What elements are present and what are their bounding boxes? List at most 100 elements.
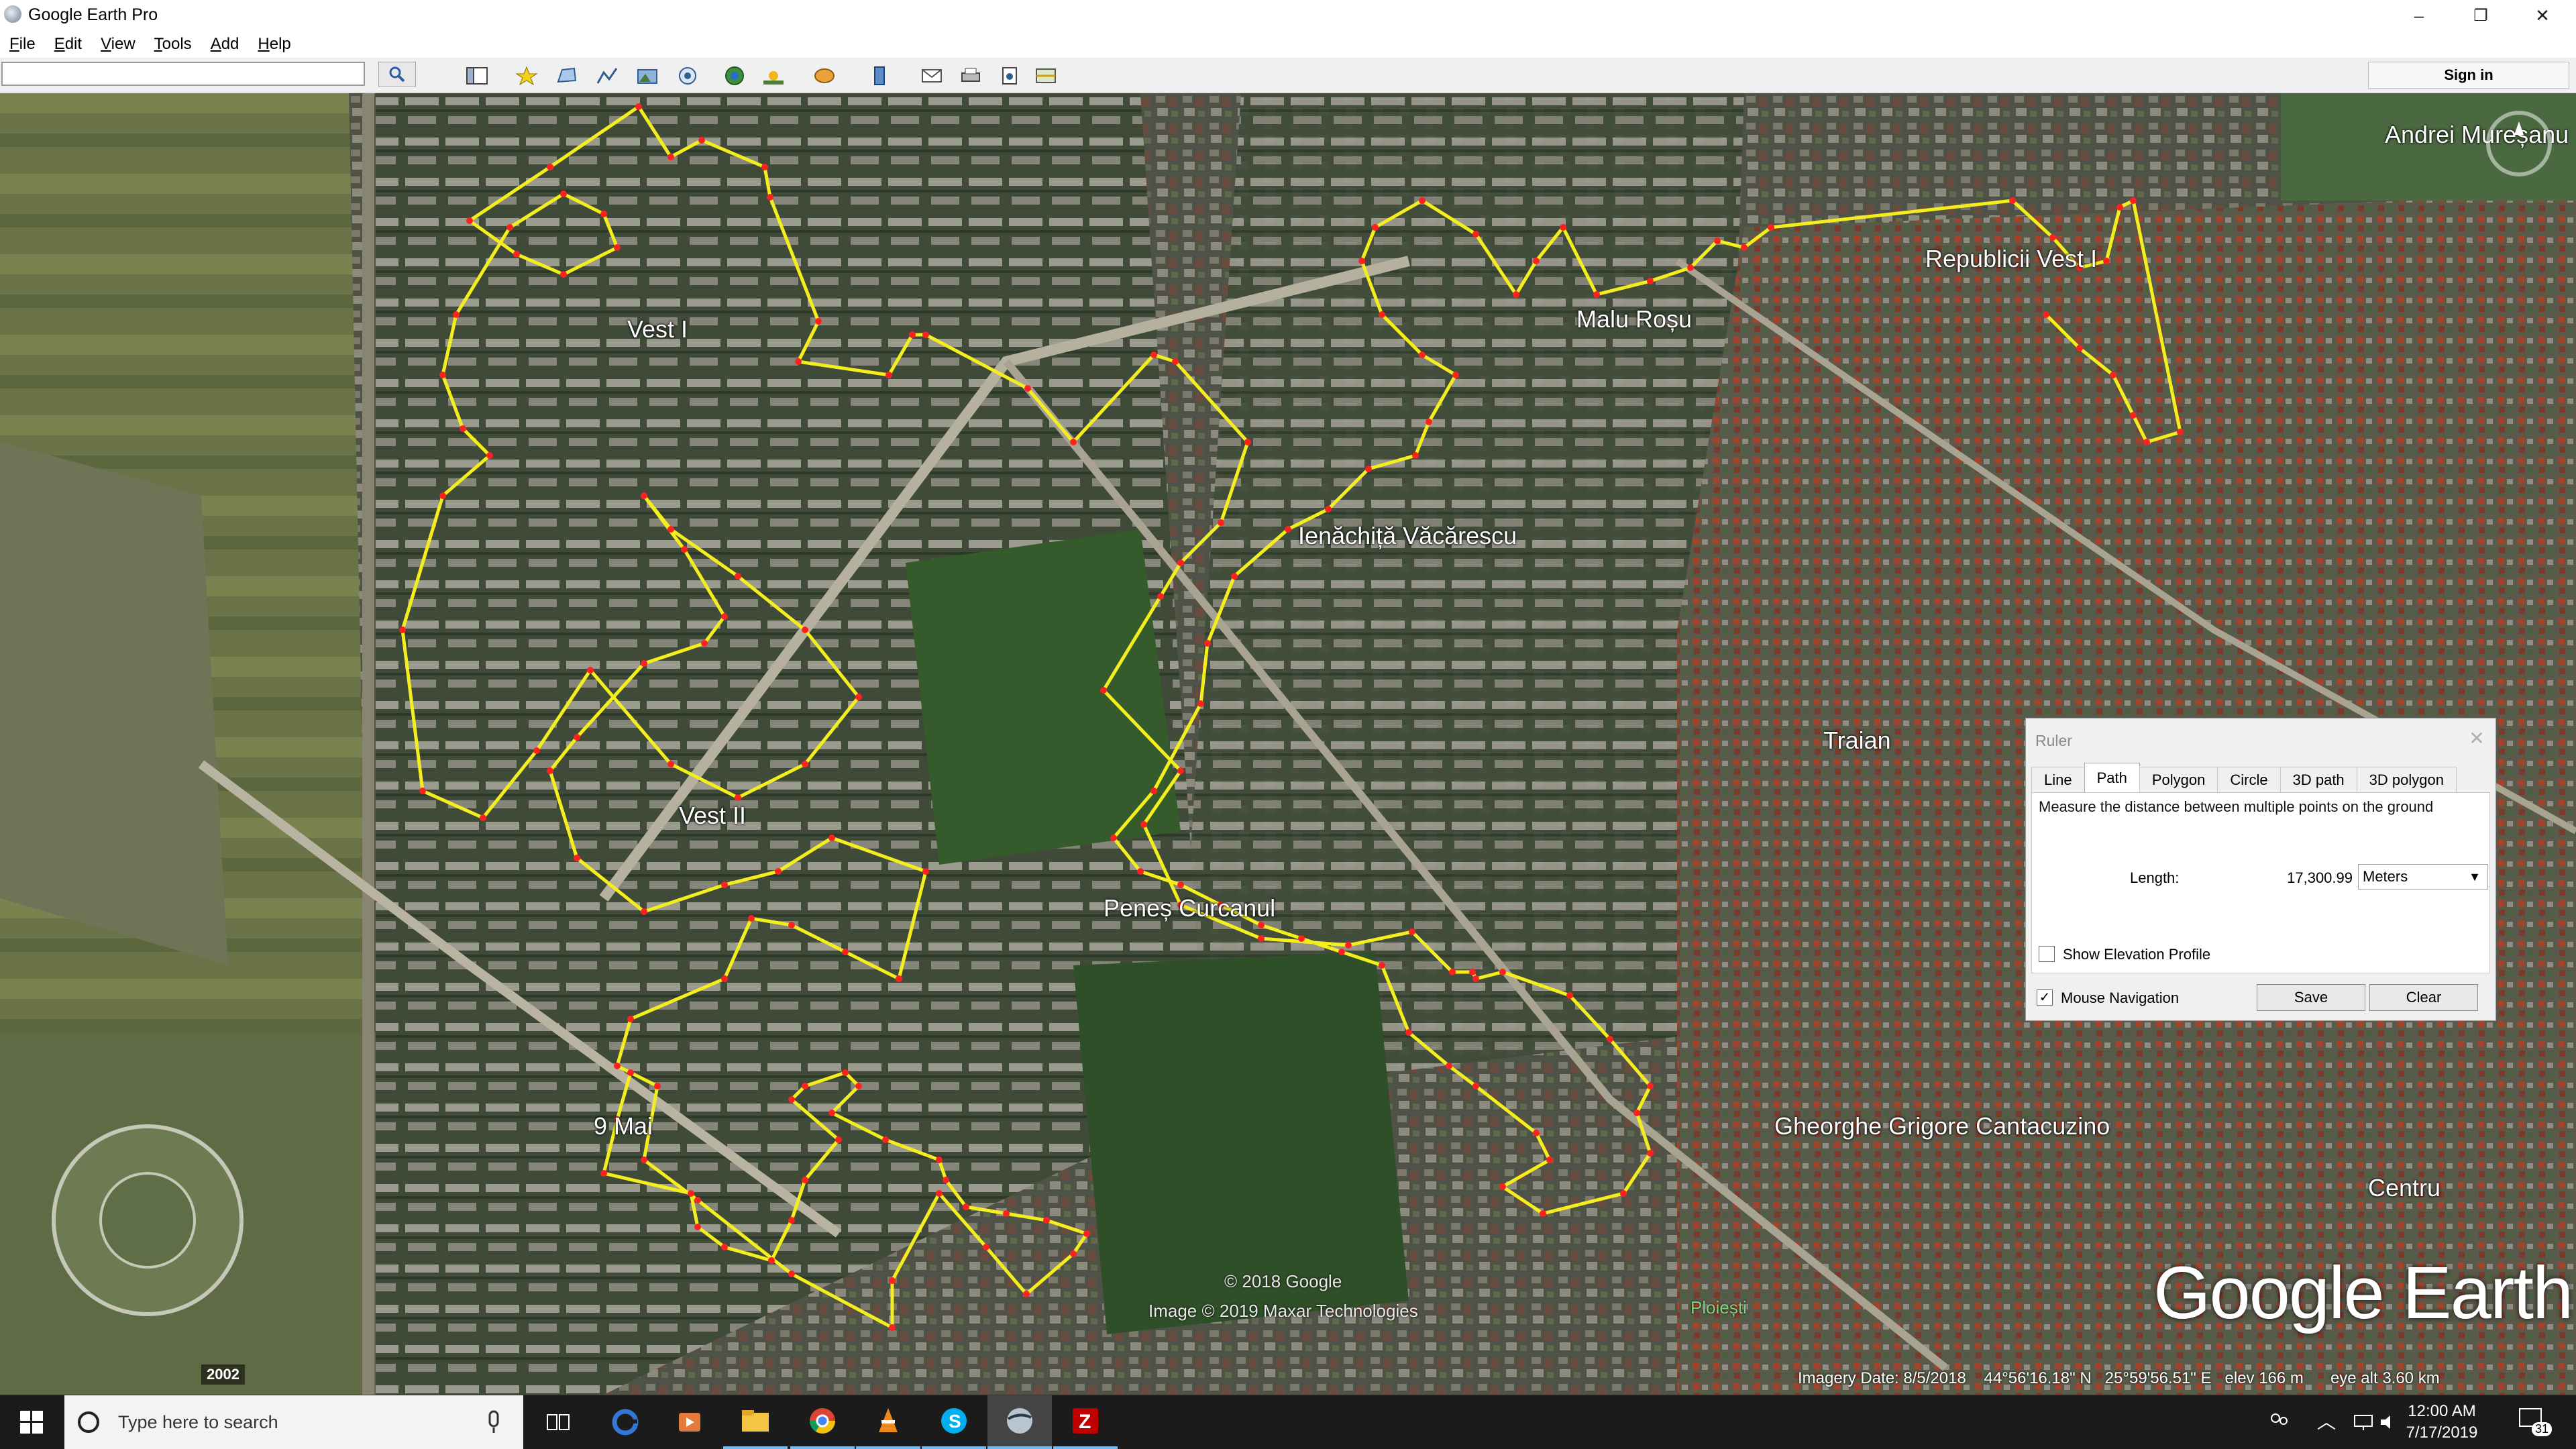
- place-label[interactable]: Centru: [2368, 1174, 2440, 1202]
- add-path-button[interactable]: [590, 63, 624, 89]
- path-vertex[interactable]: [641, 908, 647, 915]
- print-button[interactable]: [954, 63, 987, 89]
- path-vertex[interactable]: [2103, 258, 2110, 264]
- path-vertex[interactable]: [889, 1324, 896, 1331]
- path-vertex[interactable]: [936, 1190, 943, 1197]
- path-vertex[interactable]: [2043, 311, 2049, 318]
- path-vertex[interactable]: [641, 660, 647, 667]
- file-explorer-button[interactable]: [723, 1395, 788, 1449]
- path-vertex[interactable]: [2177, 429, 2184, 435]
- path-vertex[interactable]: [1499, 969, 1506, 975]
- save-button[interactable]: Save: [2257, 984, 2365, 1011]
- path-vertex[interactable]: [1258, 922, 1265, 928]
- path-vertex[interactable]: [654, 1083, 661, 1089]
- path-vertex[interactable]: [1449, 969, 1456, 975]
- path-vertex[interactable]: [802, 1177, 808, 1183]
- path-vertex[interactable]: [439, 492, 446, 499]
- path-vertex[interactable]: [694, 1197, 701, 1203]
- path-vertex[interactable]: [1426, 419, 1432, 425]
- switch-planet-button[interactable]: [808, 63, 841, 89]
- path-vertex[interactable]: [1412, 452, 1419, 459]
- path-vertex[interactable]: [587, 667, 594, 674]
- path-vertex[interactable]: [802, 627, 808, 633]
- path-vertex[interactable]: [802, 1083, 808, 1089]
- path-vertex[interactable]: [574, 734, 580, 741]
- path-vertex[interactable]: [885, 372, 892, 378]
- record-tour-button[interactable]: [671, 63, 704, 89]
- path-vertex[interactable]: [983, 1244, 989, 1250]
- path-vertex[interactable]: [1345, 942, 1352, 949]
- path-vertex[interactable]: [2049, 234, 2056, 241]
- path-vertex[interactable]: [1533, 1130, 1540, 1136]
- chrome-button[interactable]: [790, 1395, 855, 1449]
- path-vertex[interactable]: [1620, 1190, 1627, 1197]
- path-vertex[interactable]: [842, 1069, 849, 1076]
- path-vertex[interactable]: [909, 331, 916, 338]
- path-vertex[interactable]: [842, 949, 849, 955]
- path-vertex[interactable]: [1472, 975, 1479, 982]
- path-vertex[interactable]: [560, 271, 567, 278]
- path-vertex[interactable]: [1150, 352, 1157, 358]
- path-vertex[interactable]: [688, 1190, 694, 1197]
- minimize-button[interactable]: –: [2388, 0, 2450, 31]
- chevron-up-icon[interactable]: ︿: [2317, 1407, 2336, 1434]
- clear-button[interactable]: Clear: [2369, 984, 2478, 1011]
- path-vertex[interactable]: [1741, 244, 1748, 251]
- path-vertex[interactable]: [943, 1177, 949, 1183]
- skype-button[interactable]: S: [922, 1395, 986, 1449]
- search-input[interactable]: [1, 62, 365, 86]
- path-vertex[interactable]: [889, 1277, 896, 1284]
- path-vertex[interactable]: [1533, 258, 1540, 264]
- path-vertex[interactable]: [768, 1257, 775, 1264]
- path-vertex[interactable]: [600, 1170, 607, 1177]
- path-vertex[interactable]: [698, 137, 705, 144]
- place-label[interactable]: Peneș Curcanul: [1104, 894, 1275, 922]
- path-vertex[interactable]: [721, 975, 728, 982]
- path-vertex[interactable]: [1540, 1210, 1546, 1217]
- path-vertex[interactable]: [1446, 1063, 1452, 1069]
- place-label[interactable]: Vest I: [627, 315, 688, 343]
- path-vertex[interactable]: [1150, 788, 1157, 794]
- path-vertex[interactable]: [1231, 573, 1238, 580]
- path-vertex[interactable]: [1647, 278, 1654, 284]
- path-vertex[interactable]: [533, 747, 540, 754]
- path-vertex[interactable]: [1003, 1210, 1010, 1217]
- path-vertex[interactable]: [1137, 868, 1144, 875]
- close-button[interactable]: ✕: [2512, 0, 2573, 31]
- add-image-overlay-button[interactable]: [631, 63, 664, 89]
- path-vertex[interactable]: [828, 1110, 835, 1116]
- save-image-button[interactable]: [993, 63, 1026, 89]
- place-label[interactable]: Gheorghe Grigore Cantacuzino: [1774, 1112, 2110, 1140]
- filezilla-button[interactable]: Z: [1053, 1395, 1118, 1449]
- path-vertex[interactable]: [1298, 935, 1305, 942]
- path-vertex[interactable]: [896, 975, 902, 982]
- path-vertex[interactable]: [667, 761, 674, 767]
- path-vertex[interactable]: [748, 915, 755, 922]
- people-icon[interactable]: [2267, 1411, 2290, 1434]
- path-vertex[interactable]: [835, 1136, 842, 1143]
- path-vertex[interactable]: [1218, 519, 1224, 526]
- path-vertex[interactable]: [547, 164, 553, 170]
- path-vertex[interactable]: [1379, 962, 1385, 969]
- path-vertex[interactable]: [2076, 345, 2083, 352]
- path-vertex[interactable]: [1472, 231, 1479, 237]
- path-vertex[interactable]: [788, 1217, 795, 1224]
- network-icon[interactable]: [2353, 1413, 2373, 1432]
- vlc-button[interactable]: [856, 1395, 920, 1449]
- view-in-maps-button[interactable]: [1029, 63, 1063, 89]
- path-vertex[interactable]: [2130, 197, 2137, 204]
- path-vertex[interactable]: [721, 1244, 728, 1250]
- start-button[interactable]: [0, 1395, 63, 1449]
- path-vertex[interactable]: [2110, 372, 2116, 378]
- path-vertex[interactable]: [775, 868, 782, 875]
- path-vertex[interactable]: [480, 814, 486, 821]
- path-vertex[interactable]: [855, 694, 862, 700]
- path-vertex[interactable]: [922, 331, 929, 338]
- path-vertex[interactable]: [453, 311, 460, 318]
- path-vertex[interactable]: [1372, 224, 1379, 231]
- path-vertex[interactable]: [1379, 311, 1385, 318]
- search-button[interactable]: [378, 62, 416, 87]
- tab-polygon[interactable]: Polygon: [2139, 767, 2218, 792]
- path-vertex[interactable]: [767, 194, 773, 201]
- tab-3d-path[interactable]: 3D path: [2279, 767, 2357, 792]
